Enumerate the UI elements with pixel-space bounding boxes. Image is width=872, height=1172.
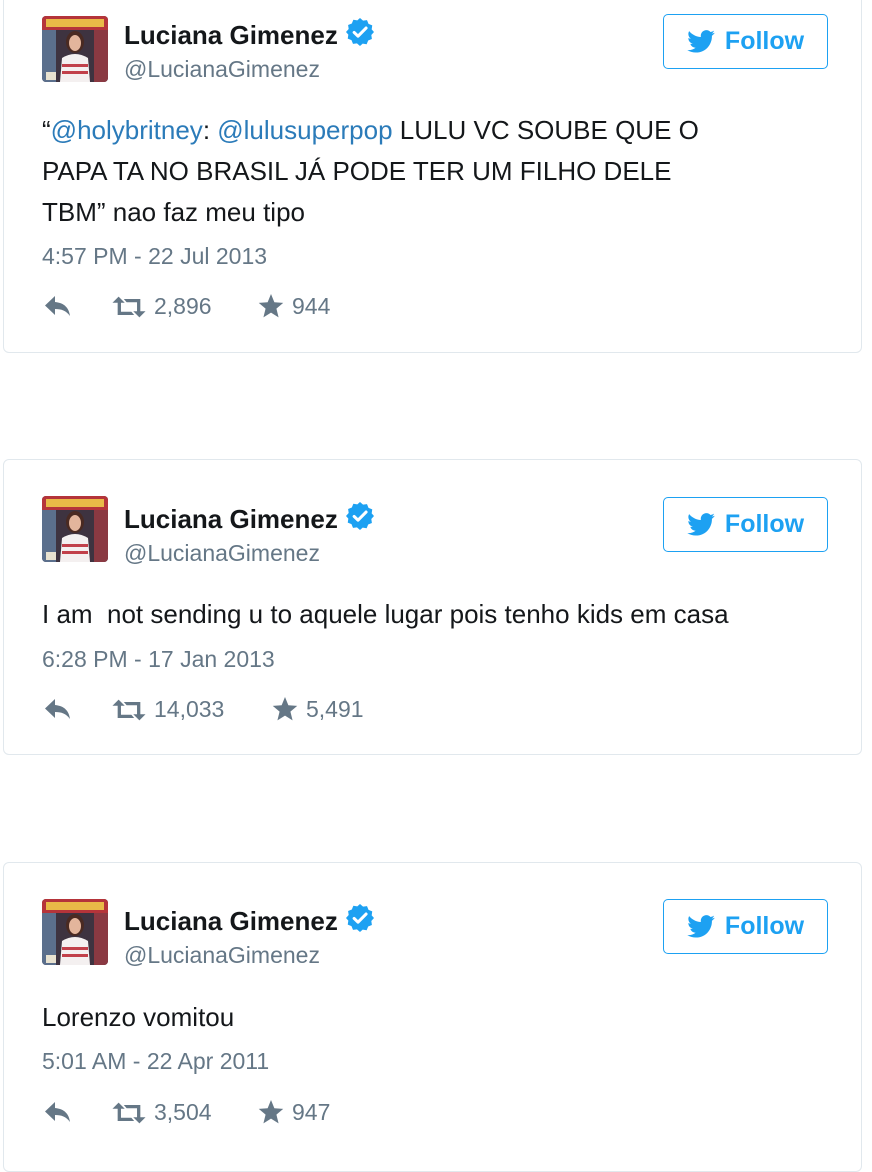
reply-button[interactable] bbox=[44, 698, 72, 720]
star-icon bbox=[272, 697, 298, 722]
retweet-count: 14,033 bbox=[154, 696, 225, 722]
user-handle[interactable]: @LucianaGimenez bbox=[124, 540, 320, 567]
avatar[interactable] bbox=[42, 16, 108, 82]
star-icon bbox=[258, 1100, 284, 1125]
retweet-button[interactable]: 2,896 bbox=[112, 293, 212, 320]
retweet-icon bbox=[112, 296, 146, 318]
display-name-text: Luciana Gimenez bbox=[124, 504, 338, 534]
mention-separator: : bbox=[202, 115, 218, 145]
user-handle[interactable]: @LucianaGimenez bbox=[124, 56, 320, 83]
tweet-card-1: Luciana Gimenez @LucianaGimenez Follow “… bbox=[3, 0, 862, 353]
like-button[interactable]: 5,491 bbox=[272, 696, 364, 723]
retweet-button[interactable]: 3,504 bbox=[112, 1099, 212, 1126]
tweet-text: “@holybritney: @lulusuperpop LULU VC SOU… bbox=[42, 110, 832, 233]
reply-button[interactable] bbox=[44, 295, 72, 317]
follow-button[interactable]: Follow bbox=[663, 899, 828, 954]
reply-icon bbox=[44, 698, 72, 720]
tweet-timestamp[interactable]: 6:28 PM - 17 Jan 2013 bbox=[42, 646, 275, 673]
like-button[interactable]: 947 bbox=[258, 1099, 330, 1126]
retweet-icon bbox=[112, 699, 146, 721]
like-count: 5,491 bbox=[306, 696, 364, 722]
like-count: 944 bbox=[292, 293, 331, 319]
reply-button[interactable] bbox=[44, 1101, 72, 1123]
avatar-image bbox=[42, 16, 108, 82]
star-icon bbox=[258, 294, 284, 319]
tweet-text: Lorenzo vomitou bbox=[42, 997, 832, 1038]
follow-button[interactable]: Follow bbox=[663, 14, 828, 69]
tweet-text-line: PAPA TA NO BRASIL JÁ PODE TER UM FILHO D… bbox=[42, 156, 672, 186]
avatar-image bbox=[42, 496, 108, 562]
like-button[interactable]: 944 bbox=[258, 293, 330, 320]
avatar[interactable] bbox=[42, 899, 108, 965]
twitter-bird-icon bbox=[687, 915, 715, 938]
tweet-text-line: Lorenzo vomitou bbox=[42, 1002, 235, 1032]
display-name-text: Luciana Gimenez bbox=[124, 20, 338, 50]
follow-label: Follow bbox=[724, 27, 805, 55]
retweet-count: 2,896 bbox=[154, 293, 212, 319]
reply-icon bbox=[44, 295, 72, 317]
tweet-text-line: TBM” nao faz meu tipo bbox=[42, 197, 305, 227]
tweet-card-2: Luciana Gimenez @LucianaGimenez Follow I… bbox=[3, 459, 862, 755]
follow-button[interactable]: Follow bbox=[663, 497, 828, 552]
twitter-bird-icon bbox=[687, 30, 715, 53]
tweet-card-3: Luciana Gimenez @LucianaGimenez Follow L… bbox=[3, 862, 862, 1172]
follow-label: Follow bbox=[724, 912, 805, 940]
tweet-text-line: I am not sending u to aquele lugar pois … bbox=[42, 599, 729, 629]
verified-badge-icon bbox=[346, 904, 374, 932]
retweet-count: 3,504 bbox=[154, 1099, 212, 1125]
tweet-text: I am not sending u to aquele lugar pois … bbox=[42, 594, 842, 635]
retweet-button[interactable]: 14,033 bbox=[112, 696, 224, 723]
tweet-text-line: “@holybritney: @lulusuperpop LULU VC SOU… bbox=[42, 110, 832, 151]
tweet-text-segment: LULU VC SOUBE QUE O bbox=[392, 115, 699, 145]
tweet-timestamp[interactable]: 4:57 PM - 22 Jul 2013 bbox=[42, 243, 267, 270]
user-display-name[interactable]: Luciana Gimenez bbox=[124, 18, 374, 51]
avatar[interactable] bbox=[42, 496, 108, 562]
user-display-name[interactable]: Luciana Gimenez bbox=[124, 502, 374, 535]
like-count: 947 bbox=[292, 1099, 331, 1125]
user-display-name[interactable]: Luciana Gimenez bbox=[124, 904, 374, 937]
twitter-bird-icon bbox=[687, 513, 715, 536]
avatar-image bbox=[42, 899, 108, 965]
quote-mark: “ bbox=[42, 115, 51, 145]
retweet-icon bbox=[112, 1102, 146, 1124]
tweet-timestamp[interactable]: 5:01 AM - 22 Apr 2011 bbox=[42, 1048, 269, 1075]
mention-link-lulusuperpop[interactable]: @lulusuperpop bbox=[217, 115, 392, 145]
follow-label: Follow bbox=[724, 510, 805, 538]
reply-icon bbox=[44, 1101, 72, 1123]
verified-badge-icon bbox=[346, 18, 374, 46]
verified-badge-icon bbox=[346, 502, 374, 530]
mention-link-holybritney[interactable]: @holybritney bbox=[51, 115, 203, 145]
user-handle[interactable]: @LucianaGimenez bbox=[124, 942, 320, 969]
display-name-text: Luciana Gimenez bbox=[124, 906, 338, 936]
